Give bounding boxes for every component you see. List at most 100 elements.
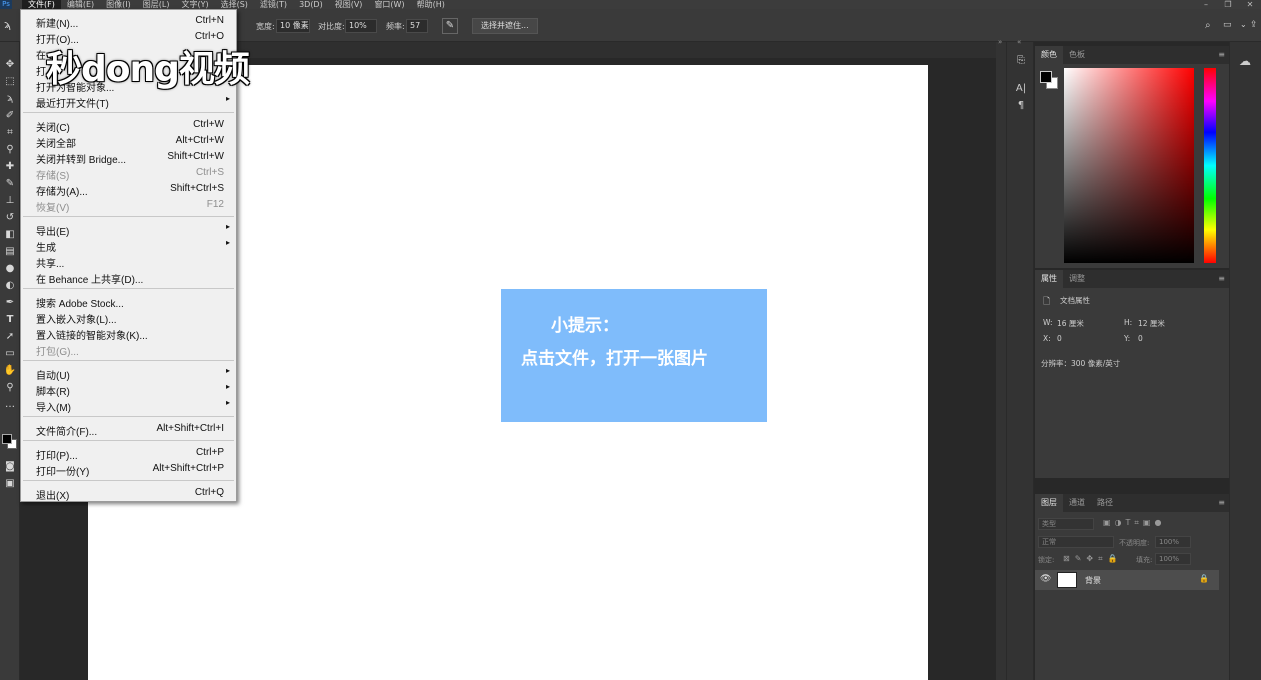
history-panel-icon[interactable]: ⎘ — [1014, 54, 1028, 68]
width-field[interactable]: 10 像素 — [276, 19, 310, 33]
menu-item-share-on-behance[interactable]: 在 Behance 上共享(D)... — [21, 269, 236, 286]
contrast-field[interactable]: 10% — [345, 19, 377, 33]
menu-item-place-linked[interactable]: 置入链接的智能对象(K)... — [21, 325, 236, 342]
paragraph-panel-icon[interactable]: ¶ — [1014, 99, 1028, 113]
menu-help[interactable]: 帮助(H) — [411, 0, 451, 9]
blur-tool-icon[interactable]: ● — [2, 262, 18, 276]
tab-adjustments[interactable]: 调整 — [1063, 270, 1091, 288]
crop-tool-icon[interactable]: ⌗ — [2, 126, 18, 140]
close-icon[interactable]: ✕ — [1239, 0, 1261, 9]
type-tool-icon[interactable]: T — [2, 313, 18, 327]
layer-row-background[interactable]: 👁 背景 🔒 — [1035, 570, 1219, 590]
move-tool-icon[interactable]: ✥ — [2, 58, 18, 72]
lock-icons[interactable]: ⊠✎✥⌗🔒 — [1063, 554, 1123, 564]
menu-item-print-one-copy[interactable]: 打印一份(Y) Alt+Shift+Ctrl+P — [21, 461, 236, 478]
menu-3d[interactable]: 3D(D) — [293, 0, 329, 9]
restore-icon[interactable]: ❐ — [1217, 0, 1239, 9]
menu-item-generate[interactable]: 生成 ▸ — [21, 237, 236, 254]
menu-file[interactable]: 文件(F) — [22, 0, 61, 9]
menu-item-close[interactable]: 关闭(C) Ctrl+W — [21, 117, 236, 134]
frequency-field[interactable]: 57 — [406, 19, 428, 33]
rectangle-tool-icon[interactable]: ▭ — [2, 347, 18, 361]
menu-filter[interactable]: 滤镜(T) — [254, 0, 293, 9]
quick-mask-icon[interactable]: ◙ — [2, 460, 18, 474]
menu-item-automate[interactable]: 自动(U) ▸ — [21, 365, 236, 382]
tab-color[interactable]: 颜色 — [1035, 46, 1063, 64]
layer-name[interactable]: 背景 — [1085, 575, 1101, 586]
lasso-tool-icon[interactable]: ϡ — [2, 92, 18, 106]
healing-brush-icon[interactable]: ✚ — [2, 160, 18, 174]
tab-swatches[interactable]: 色板 — [1063, 46, 1091, 64]
tab-paths[interactable]: 路径 — [1091, 494, 1119, 512]
gradient-tool-icon[interactable]: ▤ — [2, 245, 18, 259]
hand-tool-icon[interactable]: ✋ — [2, 364, 18, 378]
foreground-color-swatch[interactable] — [2, 434, 12, 444]
hue-slider[interactable] — [1204, 68, 1216, 263]
workspace-icon[interactable]: ▭ — [1223, 20, 1232, 30]
character-panel-icon[interactable]: A| — [1014, 82, 1028, 96]
path-select-icon[interactable]: ➚ — [2, 330, 18, 344]
menu-item-scripts[interactable]: 脚本(R) ▸ — [21, 381, 236, 398]
eraser-tool-icon[interactable]: ◧ — [2, 228, 18, 242]
layer-kind-filter[interactable]: 类型 — [1038, 518, 1094, 530]
foreground-color-chip[interactable] — [1040, 71, 1052, 83]
menu-item-close-all[interactable]: 关闭全部 Alt+Ctrl+W — [21, 133, 236, 150]
panel-menu-icon[interactable]: ≡ — [1218, 498, 1225, 507]
minimize-icon[interactable]: – — [1195, 0, 1217, 9]
tab-layers[interactable]: 图层 — [1035, 494, 1063, 512]
menu-item-search-adobe-stock[interactable]: 搜索 Adobe Stock... — [21, 293, 236, 310]
fill-field[interactable]: 100% — [1155, 553, 1191, 565]
eye-visibility-icon[interactable]: 👁 — [1040, 574, 1051, 584]
menu-select[interactable]: 选择(S) — [215, 0, 254, 9]
menu-item-export[interactable]: 导出(E) ▸ — [21, 221, 236, 238]
expand-arrows-icon[interactable]: « — [1017, 38, 1021, 46]
dodge-tool-icon[interactable]: ◐ — [2, 279, 18, 293]
stamp-tool-icon[interactable]: ⊥ — [2, 194, 18, 208]
screen-mode-icon[interactable]: ▣ — [2, 477, 18, 491]
pen-tool-icon[interactable]: ✒ — [2, 296, 18, 310]
select-and-mask-button[interactable]: 选择并遮住... — [472, 18, 538, 34]
stylus-pressure-icon[interactable]: ✎ — [442, 18, 458, 34]
menu-window[interactable]: 窗口(W) — [368, 0, 410, 9]
menu-item-file-info[interactable]: 文件简介(F)... Alt+Shift+Ctrl+I — [21, 421, 236, 438]
color-picker-field[interactable] — [1064, 68, 1194, 263]
eyedropper-tool-icon[interactable]: ⚲ — [2, 143, 18, 157]
panel-menu-icon[interactable]: ≡ — [1218, 274, 1225, 283]
h-value[interactable]: 12 厘米 — [1138, 318, 1165, 329]
history-brush-icon[interactable]: ↺ — [2, 211, 18, 225]
menu-image[interactable]: 图像(I) — [100, 0, 137, 9]
menu-item-open-recent[interactable]: 最近打开文件(T) ▸ — [21, 93, 236, 110]
menu-item-exit[interactable]: 退出(X) Ctrl+Q — [21, 485, 236, 502]
more-tools-icon[interactable]: … — [2, 398, 18, 412]
w-value[interactable]: 16 厘米 — [1057, 318, 1084, 329]
tab-properties[interactable]: 属性 — [1035, 270, 1063, 288]
libraries-icon[interactable]: ☁ — [1239, 54, 1251, 68]
menu-layer[interactable]: 图层(L) — [137, 0, 176, 9]
quick-select-tool-icon[interactable]: ✐ — [2, 109, 18, 123]
menu-item-new[interactable]: 新建(N)... Ctrl+N — [21, 13, 236, 30]
search-icon[interactable]: ⌕ — [1205, 20, 1211, 31]
x-value[interactable]: 0 — [1057, 334, 1062, 343]
menu-item-print[interactable]: 打印(P)... Ctrl+P — [21, 445, 236, 462]
blend-mode-select[interactable]: 正常 — [1038, 536, 1114, 548]
menu-view[interactable]: 视图(V) — [329, 0, 369, 9]
panel-menu-icon[interactable]: ≡ — [1218, 50, 1225, 59]
share-icon[interactable]: ⇪ — [1250, 20, 1258, 30]
zoom-tool-icon[interactable]: ⚲ — [2, 381, 18, 395]
menu-edit[interactable]: 编辑(E) — [61, 0, 100, 9]
brush-tool-icon[interactable]: ✎ — [2, 177, 18, 191]
opacity-field[interactable]: 100% — [1155, 536, 1191, 548]
layer-filter-icons[interactable]: ▣◑T⌗▣● — [1103, 518, 1165, 528]
chevron-down-icon[interactable]: ⌄ — [1240, 20, 1247, 29]
y-value[interactable]: 0 — [1138, 334, 1143, 343]
menu-item-share[interactable]: 共享... — [21, 253, 236, 270]
collapse-arrows-icon[interactable]: » — [998, 38, 1002, 46]
menu-item-save-as[interactable]: 存储为(A)... Shift+Ctrl+S — [21, 181, 236, 198]
menu-item-import[interactable]: 导入(M) ▸ — [21, 397, 236, 414]
marquee-tool-icon[interactable]: ⬚ — [2, 75, 18, 89]
menu-item-place-embedded[interactable]: 置入嵌入对象(L)... — [21, 309, 236, 326]
magnetic-lasso-icon[interactable]: ϡ — [4, 18, 11, 31]
menu-type[interactable]: 文字(Y) — [175, 0, 214, 9]
menu-item-close-and-go-to-bridge[interactable]: 关闭并转到 Bridge... Shift+Ctrl+W — [21, 149, 236, 166]
tab-channels[interactable]: 通道 — [1063, 494, 1091, 512]
